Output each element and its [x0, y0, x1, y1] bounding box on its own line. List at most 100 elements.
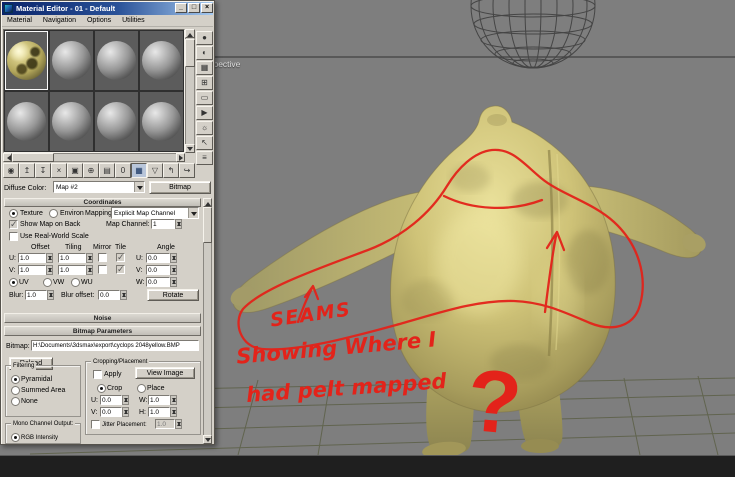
apply-checkbox[interactable]: [93, 370, 102, 379]
crop-u-field[interactable]: 0.0: [100, 395, 122, 405]
material-sample-slot-4[interactable]: [139, 30, 184, 91]
close-button[interactable]: ×: [201, 3, 213, 13]
jitter-placement-field[interactable]: 1.0: [155, 419, 175, 429]
go-to-parent-icon[interactable]: ↰: [163, 163, 179, 178]
params-scroll-down-icon[interactable]: [203, 435, 212, 444]
scroll-left-icon[interactable]: [3, 153, 12, 162]
slots-hscroll-thumb[interactable]: [12, 153, 54, 162]
uv-radio[interactable]: [9, 278, 18, 287]
crop-h-field[interactable]: 1.0: [148, 407, 170, 417]
v-angle-field[interactable]: 0.0: [146, 265, 170, 275]
put-to-library-icon[interactable]: ▤: [99, 163, 115, 178]
rotate-button[interactable]: Rotate: [147, 289, 199, 301]
scroll-right-icon[interactable]: [176, 153, 185, 162]
filter-summed-area-radio[interactable]: [11, 386, 20, 395]
material-sample-slot-8[interactable]: [139, 91, 184, 152]
crop-u-spinner[interactable]: [122, 395, 129, 405]
menu-material[interactable]: Material: [7, 17, 32, 24]
select-by-material-icon[interactable]: ↖: [196, 136, 213, 150]
material-sample-slot-6[interactable]: [49, 91, 94, 152]
slots-vscroll-thumb[interactable]: [185, 39, 195, 67]
params-scroll-thumb[interactable]: [203, 207, 212, 243]
crop-w-spinner[interactable]: [170, 395, 177, 405]
map-type-button[interactable]: Bitmap: [149, 181, 211, 194]
dropdown-arrow-icon[interactable]: [188, 208, 198, 218]
crop-v-field[interactable]: 0.0: [100, 407, 122, 417]
blur-spinner[interactable]: [47, 290, 54, 300]
u-angle-spinner[interactable]: [170, 253, 177, 263]
u-offset-field[interactable]: 1.0: [18, 253, 46, 263]
filter-none-radio[interactable]: [11, 397, 20, 406]
blur-offset-spinner[interactable]: [120, 290, 127, 300]
w-angle-spinner[interactable]: [170, 277, 177, 287]
crop-v-spinner[interactable]: [122, 407, 129, 417]
bitmap-path-field[interactable]: H:\Documents\3dsmax\export\cyclops 2048y…: [31, 340, 199, 351]
vw-radio[interactable]: [43, 278, 52, 287]
v-offset-field[interactable]: 1.0: [18, 265, 46, 275]
material-sample-slot-5[interactable]: [4, 91, 49, 152]
crop-w-field[interactable]: 1.0: [148, 395, 170, 405]
v-mirror-checkbox[interactable]: [98, 265, 107, 274]
background-icon[interactable]: ▦: [196, 61, 213, 75]
mapping-select[interactable]: Explicit Map Channel: [111, 207, 199, 219]
v-tiling-field[interactable]: 1.0: [58, 265, 86, 275]
maximize-button[interactable]: □: [188, 3, 200, 13]
use-real-world-scale-checkbox[interactable]: [9, 232, 18, 241]
material-map-navigator-icon[interactable]: ≡: [196, 151, 213, 165]
texture-radio[interactable]: [9, 209, 18, 218]
noise-rollout[interactable]: Noise: [4, 313, 201, 323]
v-tiling-spinner[interactable]: [86, 265, 93, 275]
crop-radio[interactable]: [97, 384, 106, 393]
map-name-select[interactable]: Map #2: [53, 181, 145, 193]
material-id-channel-icon[interactable]: 0: [115, 163, 131, 178]
u-offset-spinner[interactable]: [46, 253, 53, 263]
material-sample-slot-1[interactable]: [4, 30, 49, 91]
u-angle-field[interactable]: 0.0: [146, 253, 170, 263]
make-material-copy-icon[interactable]: ▣: [67, 163, 83, 178]
wu-radio[interactable]: [71, 278, 80, 287]
material-sample-slot-2[interactable]: [49, 30, 94, 91]
assign-material-to-selection-icon[interactable]: ↧: [35, 163, 51, 178]
blur-offset-field[interactable]: 0.0: [98, 290, 120, 300]
video-color-check-icon[interactable]: ▭: [196, 91, 213, 105]
jitter-placement-checkbox[interactable]: [91, 420, 100, 429]
menu-navigation[interactable]: Navigation: [43, 17, 76, 24]
v-offset-spinner[interactable]: [46, 265, 53, 275]
environ-radio[interactable]: [49, 209, 58, 218]
backlight-icon[interactable]: ◐: [196, 46, 213, 60]
bitmap-parameters-rollout[interactable]: Bitmap Parameters: [4, 326, 201, 336]
dropdown-arrow-icon[interactable]: [134, 182, 144, 192]
scroll-up-icon[interactable]: [185, 29, 195, 38]
show-map-on-back-checkbox[interactable]: [9, 219, 18, 230]
show-map-in-viewport-icon[interactable]: ▦: [131, 163, 147, 178]
u-tiling-spinner[interactable]: [86, 253, 93, 263]
map-channel-spinner[interactable]: [175, 219, 182, 229]
w-angle-field[interactable]: 0.0: [146, 277, 170, 287]
make-preview-icon[interactable]: ▶: [196, 106, 213, 120]
minimize-button[interactable]: _: [175, 3, 187, 13]
coordinates-rollout[interactable]: Coordinates: [4, 198, 201, 207]
menu-options[interactable]: Options: [87, 17, 111, 24]
v-tile-checkbox[interactable]: [116, 264, 125, 275]
crop-h-spinner[interactable]: [170, 407, 177, 417]
make-unique-icon[interactable]: ⊕: [83, 163, 99, 178]
u-mirror-checkbox[interactable]: [98, 253, 107, 262]
place-radio[interactable]: [137, 384, 146, 393]
sample-type-icon[interactable]: ●: [196, 31, 213, 45]
u-tile-checkbox[interactable]: [116, 252, 125, 263]
rgb-intensity-radio[interactable]: [11, 433, 20, 442]
map-channel-field[interactable]: 1: [151, 219, 175, 229]
jitter-placement-spinner[interactable]: [175, 419, 182, 429]
show-end-result-icon[interactable]: ▽: [147, 163, 163, 178]
v-angle-spinner[interactable]: [170, 265, 177, 275]
view-image-button[interactable]: View Image: [135, 367, 195, 379]
material-sample-slot-7[interactable]: [94, 91, 139, 152]
u-tiling-field[interactable]: 1.0: [58, 253, 86, 263]
material-sample-slot-3[interactable]: [94, 30, 139, 91]
get-material-icon[interactable]: ◉: [3, 163, 19, 178]
reset-map-icon[interactable]: ×: [51, 163, 67, 178]
scroll-down-icon[interactable]: [185, 144, 195, 153]
go-forward-sibling-icon[interactable]: ↪: [179, 163, 195, 178]
put-material-to-scene-icon[interactable]: ↥: [19, 163, 35, 178]
sample-uv-tiling-icon[interactable]: ⊞: [196, 76, 213, 90]
